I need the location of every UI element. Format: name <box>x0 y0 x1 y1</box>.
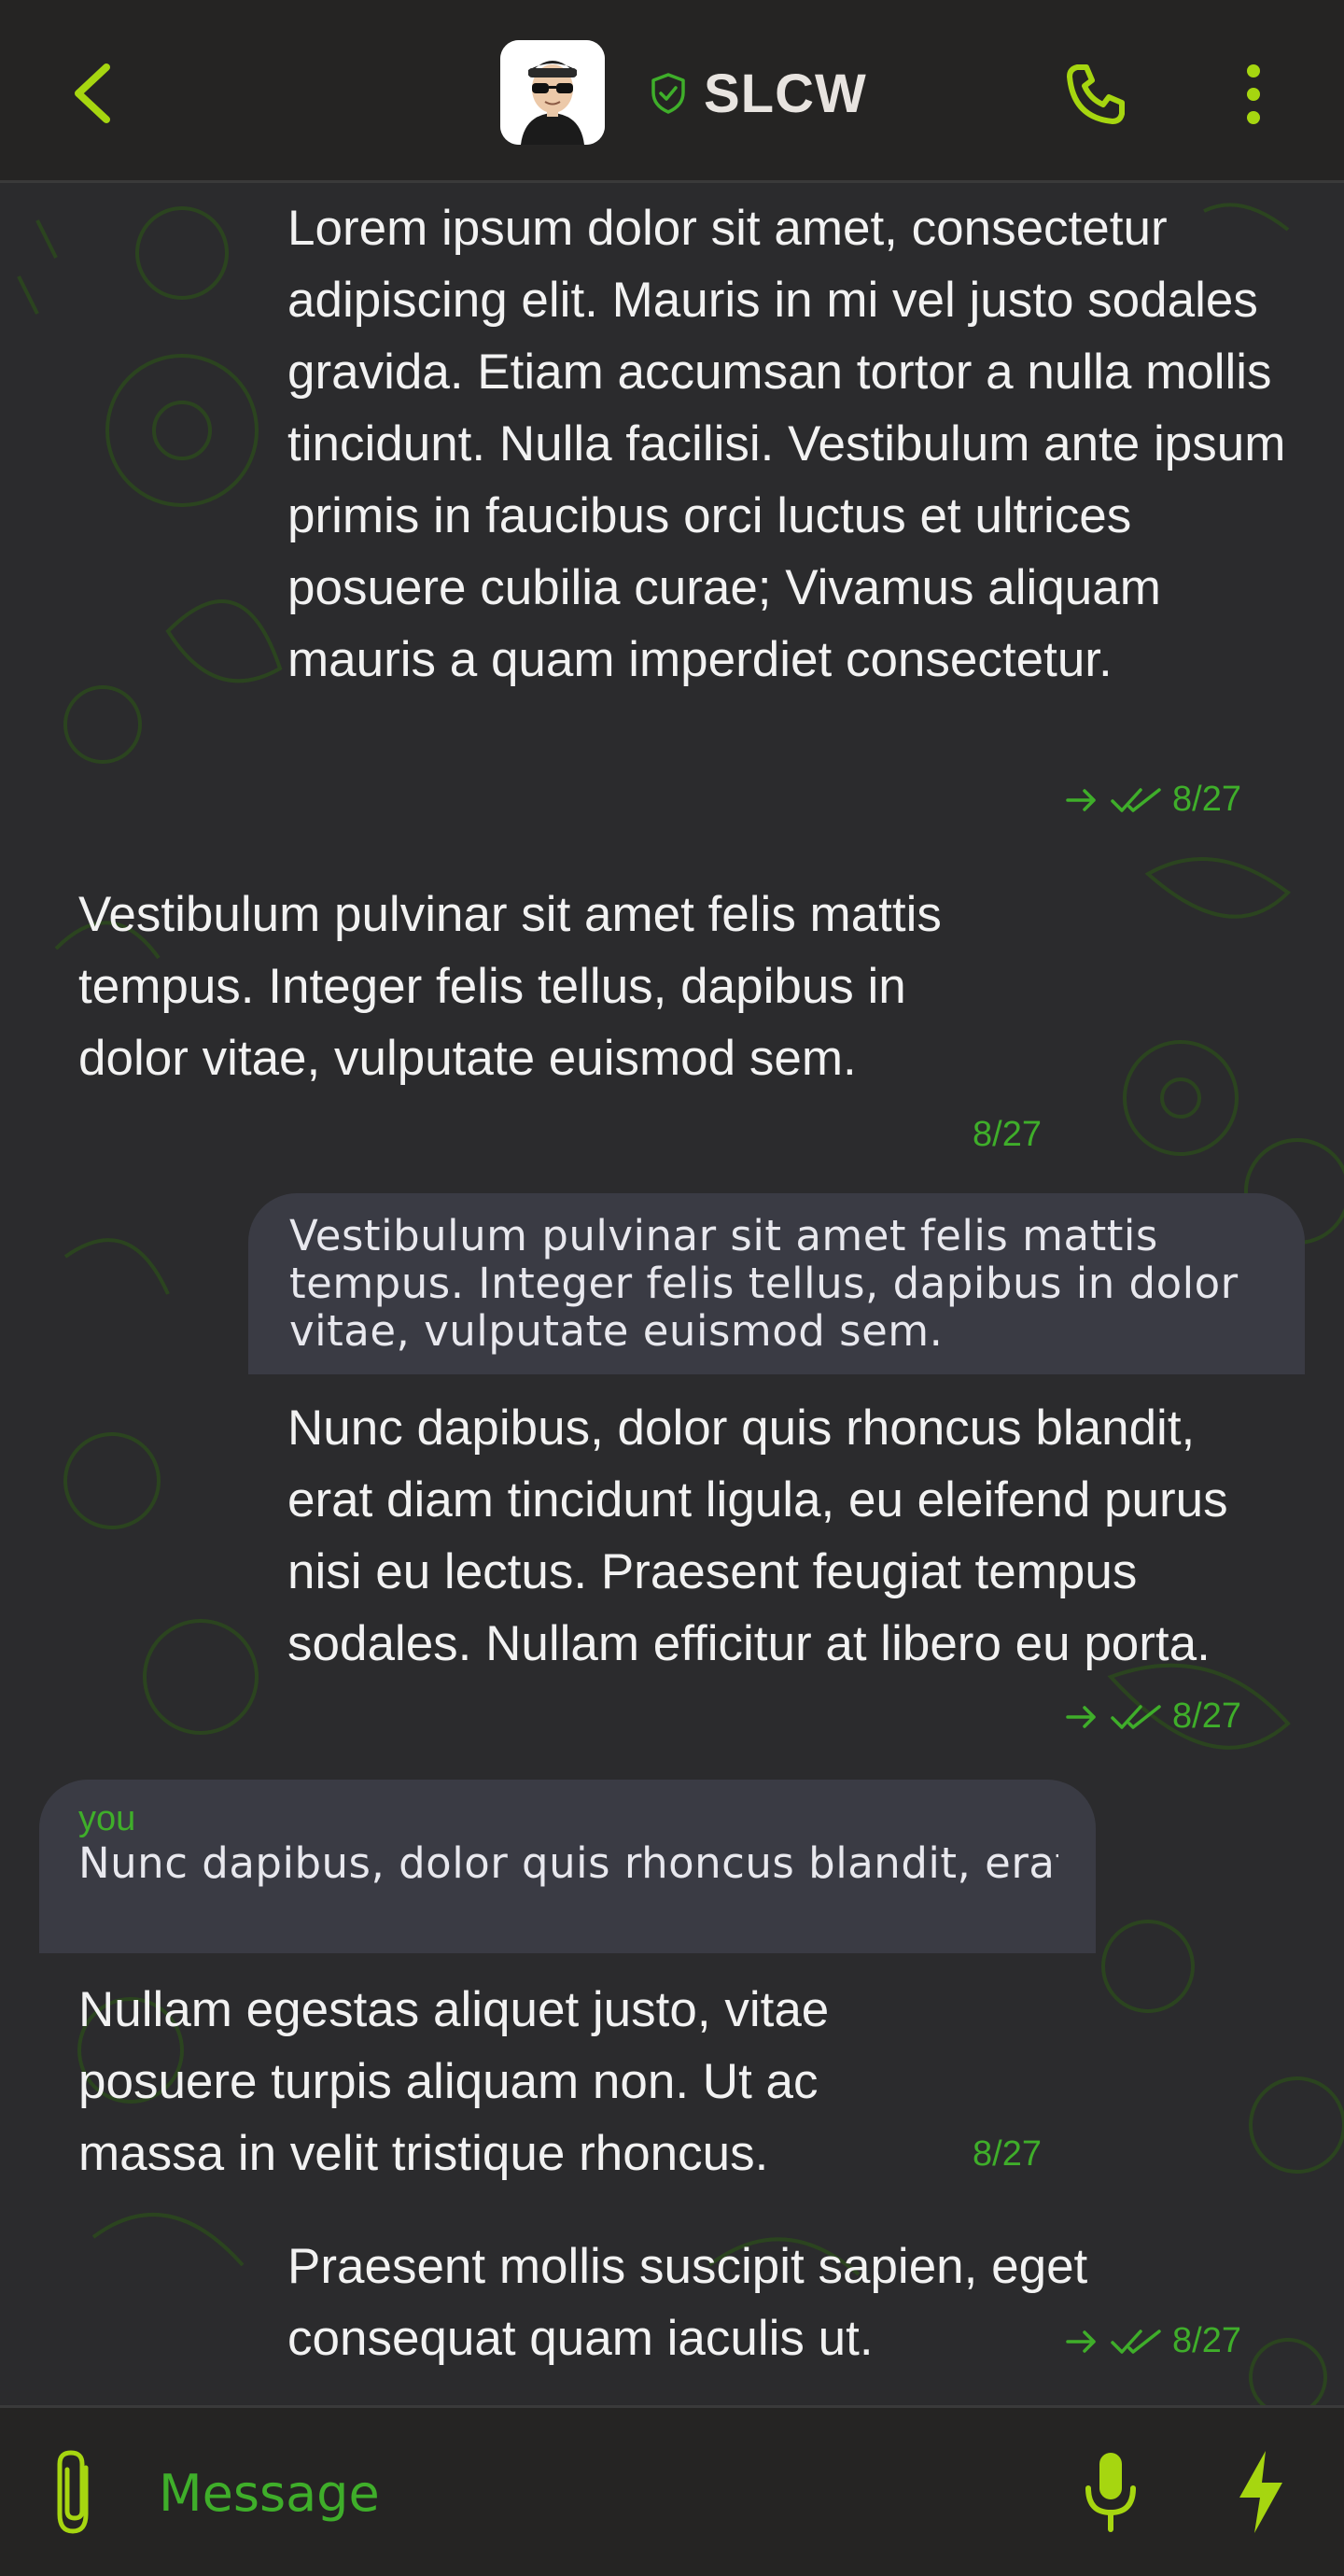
reply-quote[interactable]: Vestibulum pulvinar sit amet felis matti… <box>248 1193 1305 1374</box>
message-list[interactable]: Lorem ipsum dolor sit amet, consectetur … <box>0 183 1344 2405</box>
double-check-icon <box>1111 2329 1161 2354</box>
message-text: Nunc dapibus, dolor quis rhoncus blandit… <box>287 1401 1228 1671</box>
composer-bar <box>0 2405 1344 2576</box>
phone-icon[interactable] <box>1064 62 1129 127</box>
chevron-left-icon[interactable] <box>65 56 121 131</box>
quote-text: Vestibulum pulvinar sit amet felis matti… <box>289 1211 1239 1356</box>
double-check-icon <box>1111 1704 1161 1729</box>
quote-text: Nunc dapibus, dolor quis rhoncus blandit… <box>78 1839 1058 1887</box>
paperclip-icon[interactable] <box>49 2445 105 2539</box>
message-date: 8/27 <box>1172 1696 1241 1736</box>
message-input[interactable] <box>157 2453 1001 2533</box>
message-text: Nullam egestas aliquet justo, vitae posu… <box>78 1982 830 2181</box>
shield-check-icon <box>651 73 685 114</box>
chat-header: SLCW <box>0 0 1344 183</box>
message-meta: 8/27 <box>973 1115 1042 1155</box>
chat-title-group[interactable]: SLCW <box>650 56 867 131</box>
microphone-icon[interactable] <box>1081 2447 1141 2537</box>
message-outgoing[interactable]: Lorem ipsum dolor sit amet, consectetur … <box>287 192 1286 696</box>
message-date: 8/27 <box>1172 780 1241 819</box>
chat-title: SLCW <box>704 63 867 124</box>
arrow-right-icon <box>1066 2330 1096 2353</box>
message-outgoing[interactable]: Nunc dapibus, dolor quis rhoncus blandit… <box>287 1392 1286 1680</box>
avatar-image <box>500 40 605 145</box>
lightning-icon[interactable] <box>1234 2447 1288 2537</box>
message-meta: 8/27 <box>1064 780 1241 820</box>
reply-quote[interactable]: you Nunc dapibus, dolor quis rhoncus bla… <box>39 1780 1096 1953</box>
message-date: 8/27 <box>1172 2321 1241 2360</box>
message-incoming[interactable]: Nullam egestas aliquet justo, vitae posu… <box>78 1974 946 2189</box>
double-check-icon <box>1111 787 1161 812</box>
quote-author: you <box>78 1799 136 1838</box>
arrow-right-icon <box>1066 1705 1096 1728</box>
message-date: 8/27 <box>973 1115 1042 1154</box>
message-date: 8/27 <box>973 2134 1042 2174</box>
message-meta: 8/27 <box>973 2134 1042 2175</box>
message-text: Lorem ipsum dolor sit amet, consectetur … <box>287 201 1286 687</box>
arrow-right-icon <box>1066 788 1096 811</box>
message-meta: 8/27 <box>1064 1696 1241 1737</box>
more-vertical-icon[interactable] <box>1232 62 1275 127</box>
message-text: Vestibulum pulvinar sit amet felis matti… <box>78 887 942 1086</box>
avatar[interactable] <box>500 40 605 145</box>
message-meta: 8/27 <box>1064 2321 1241 2361</box>
message-incoming[interactable]: Vestibulum pulvinar sit amet felis matti… <box>78 879 946 1094</box>
